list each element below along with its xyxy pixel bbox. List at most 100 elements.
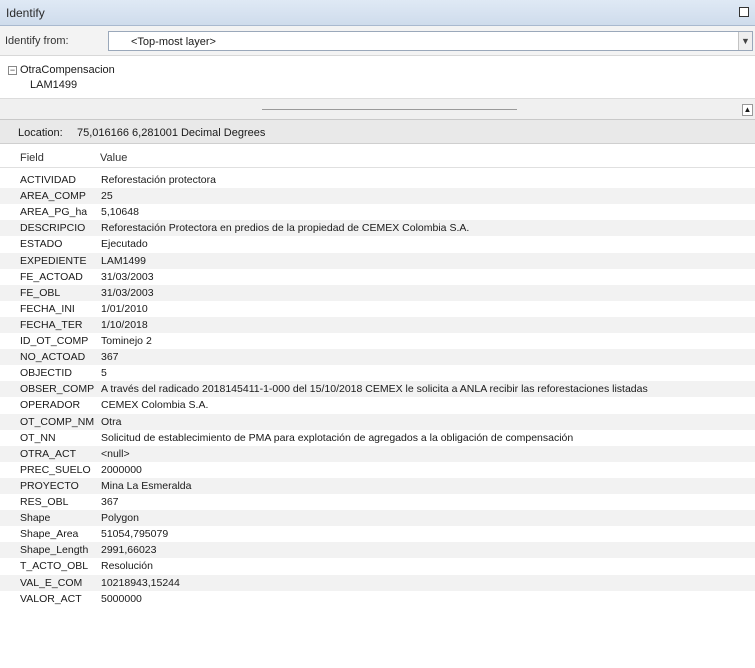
table-row[interactable]: AREA_PG_ha 5,10648 (0, 204, 755, 220)
field-value-cell: Ejecutado (101, 238, 148, 251)
identify-from-dropdown[interactable]: <Top-most layer> ▼ (108, 31, 753, 51)
field-value-cell: CEMEX Colombia S.A. (101, 399, 209, 412)
scroll-up-icon[interactable]: ▲ (742, 104, 753, 116)
table-row[interactable]: FE_OBL 31/03/2003 (0, 284, 755, 301)
field-name-cell: FECHA_INI (20, 302, 75, 315)
field-value-cell: 2000000 (101, 463, 142, 476)
table-row[interactable]: ESTADO Ejecutado (0, 236, 755, 252)
window-title: Identify (6, 6, 45, 20)
table-row[interactable]: VALOR_ACT 5000000 (0, 591, 755, 607)
field-column-header[interactable]: Field (20, 152, 44, 164)
field-value-cell: 5 (101, 367, 107, 380)
tree-layer-label: OtraCompensacion (20, 64, 115, 76)
restore-window-icon[interactable] (739, 7, 749, 17)
table-row[interactable]: OT_COMP_NM Otra (0, 413, 755, 430)
field-value-cell: Tominejo 2 (101, 335, 152, 347)
field-value-cell: A través del radicado 2018145411-1-000 d… (101, 383, 648, 396)
field-name-cell: Shape_Length (20, 544, 89, 557)
collapse-icon[interactable]: − (8, 65, 17, 75)
field-value-cell: Reforestación Protectora en predios de l… (101, 222, 470, 235)
table-row[interactable]: RES_OBL 367 (0, 494, 755, 510)
table-row[interactable]: OBJECTID 5 (0, 365, 755, 381)
field-value-cell: 1/10/2018 (101, 318, 148, 331)
field-name-cell: PREC_SUELO (20, 463, 91, 476)
table-header: Field Value (0, 146, 755, 168)
table-row[interactable]: Shape_Area 51054,795079 (0, 526, 755, 542)
field-value-cell: 25 (101, 190, 113, 203)
window-titlebar: Identify (0, 0, 755, 26)
field-name-cell: AREA_PG_ha (20, 206, 88, 219)
field-name-cell: VAL_E_COM (20, 576, 83, 589)
field-name-cell: OPERADOR (20, 399, 81, 412)
tree-layer-node[interactable]: − OtraCompensacion (8, 64, 115, 76)
field-name-cell: RES_OBL (20, 496, 69, 508)
field-name-cell: OTRA_ACT (20, 447, 77, 460)
field-name-cell: AREA_COMP (20, 190, 86, 203)
table-row[interactable]: EXPEDIENTE LAM1499 (0, 252, 755, 269)
field-value-cell: 367 (101, 496, 119, 508)
field-value-cell: LAM1499 (101, 254, 146, 267)
table-row[interactable]: FECHA_INI 1/01/2010 (0, 301, 755, 317)
field-name-cell: PROYECTO (20, 479, 79, 492)
splitter-grip[interactable] (262, 109, 517, 110)
field-name-cell: FE_OBL (20, 286, 61, 299)
field-name-cell: EXPEDIENTE (20, 254, 87, 267)
field-value-cell: Mina La Esmeralda (101, 479, 192, 492)
table-row[interactable]: Shape_Length 2991,66023 (0, 542, 755, 559)
table-row[interactable]: OT_NN Solicitud de establecimiento de PMA… (0, 430, 755, 446)
field-value-cell: 1/01/2010 (101, 302, 148, 315)
field-name-cell: T_ACTO_OBL (20, 560, 89, 573)
table-row[interactable]: PREC_SUELO 2000000 (0, 462, 755, 478)
field-value-cell: 5,10648 (101, 206, 139, 219)
field-value-cell: 31/03/2003 (101, 286, 154, 299)
field-name-cell: Shape_Area (20, 528, 79, 541)
table-row[interactable]: NO_ACTOAD 367 (0, 349, 755, 366)
field-value-cell: <null> (101, 447, 130, 460)
identify-from-label: Identify from: (5, 35, 69, 47)
field-value-cell: Otra (101, 415, 122, 428)
table-row[interactable]: T_ACTO_OBL Resolución (0, 558, 755, 574)
location-row: Location: 75,016166 6,281001 Decimal Deg… (0, 120, 755, 144)
field-value-cell: 2991,66023 (101, 544, 157, 557)
field-value-cell: Reforestación protectora (101, 174, 216, 186)
value-column-header[interactable]: Value (100, 152, 127, 164)
field-value-cell: Resolución (101, 560, 153, 573)
identify-from-selected: <Top-most layer> (131, 36, 216, 48)
table-row[interactable]: OPERADOR CEMEX Colombia S.A. (0, 397, 755, 413)
tree-feature-node[interactable]: LAM1499 (30, 79, 77, 91)
field-name-cell: OT_NN (20, 431, 56, 444)
field-name-cell: NO_ACTOAD (20, 351, 86, 364)
field-name-cell: OT_COMP_NM (20, 415, 95, 428)
field-value-cell: 10218943,15244 (101, 576, 180, 589)
table-row[interactable]: DESCRIPCIO Reforestación Protectora en pr… (0, 220, 755, 237)
field-value-cell: 367 (101, 351, 119, 364)
field-name-cell: OBSER_COMP (20, 383, 95, 396)
table-row[interactable]: FE_ACTOAD 31/03/2003 (0, 269, 755, 285)
attribute-table: Field Value ACTIVIDAD Reforestación prote… (0, 144, 755, 668)
table-row[interactable]: ACTIVIDAD Reforestación protectora (0, 172, 755, 188)
table-row[interactable]: FECHA_TER 1/10/2018 (0, 316, 755, 333)
table-row[interactable]: VAL_E_COM 10218943,15244 (0, 574, 755, 591)
table-row[interactable]: ID_OT_COMP Tominejo 2 (0, 333, 755, 349)
field-name-cell: VALOR_ACT (20, 592, 82, 605)
identify-from-row: Identify from: <Top-most layer> ▼ (0, 26, 755, 56)
field-name-cell: OBJECTID (20, 367, 72, 380)
field-name-cell: ID_OT_COMP (20, 335, 89, 347)
field-name-cell: ESTADO (20, 238, 63, 251)
location-value: 75,016166 6,281001 Decimal Degrees (77, 127, 266, 139)
field-name-cell: ACTIVIDAD (20, 174, 77, 186)
table-row[interactable]: PROYECTO Mina La Esmeralda (0, 477, 755, 494)
field-name-cell: FE_ACTOAD (20, 270, 83, 283)
field-name-cell: Shape (20, 512, 51, 525)
field-value-cell: 51054,795079 (101, 528, 169, 541)
field-value-cell: Polygon (101, 512, 139, 525)
table-row[interactable]: Shape Polygon (0, 510, 755, 527)
table-row[interactable]: OBSER_COMP A través del radicado 20181454… (0, 381, 755, 398)
field-name-cell: FECHA_TER (20, 318, 83, 331)
table-row[interactable]: AREA_COMP 25 (0, 188, 755, 205)
pane-splitter[interactable]: ▲ (0, 98, 755, 120)
location-label: Location: (18, 127, 63, 139)
table-row[interactable]: OTRA_ACT <null> (0, 445, 755, 462)
field-value-cell: 31/03/2003 (101, 270, 154, 283)
chevron-down-icon[interactable]: ▼ (738, 32, 752, 50)
